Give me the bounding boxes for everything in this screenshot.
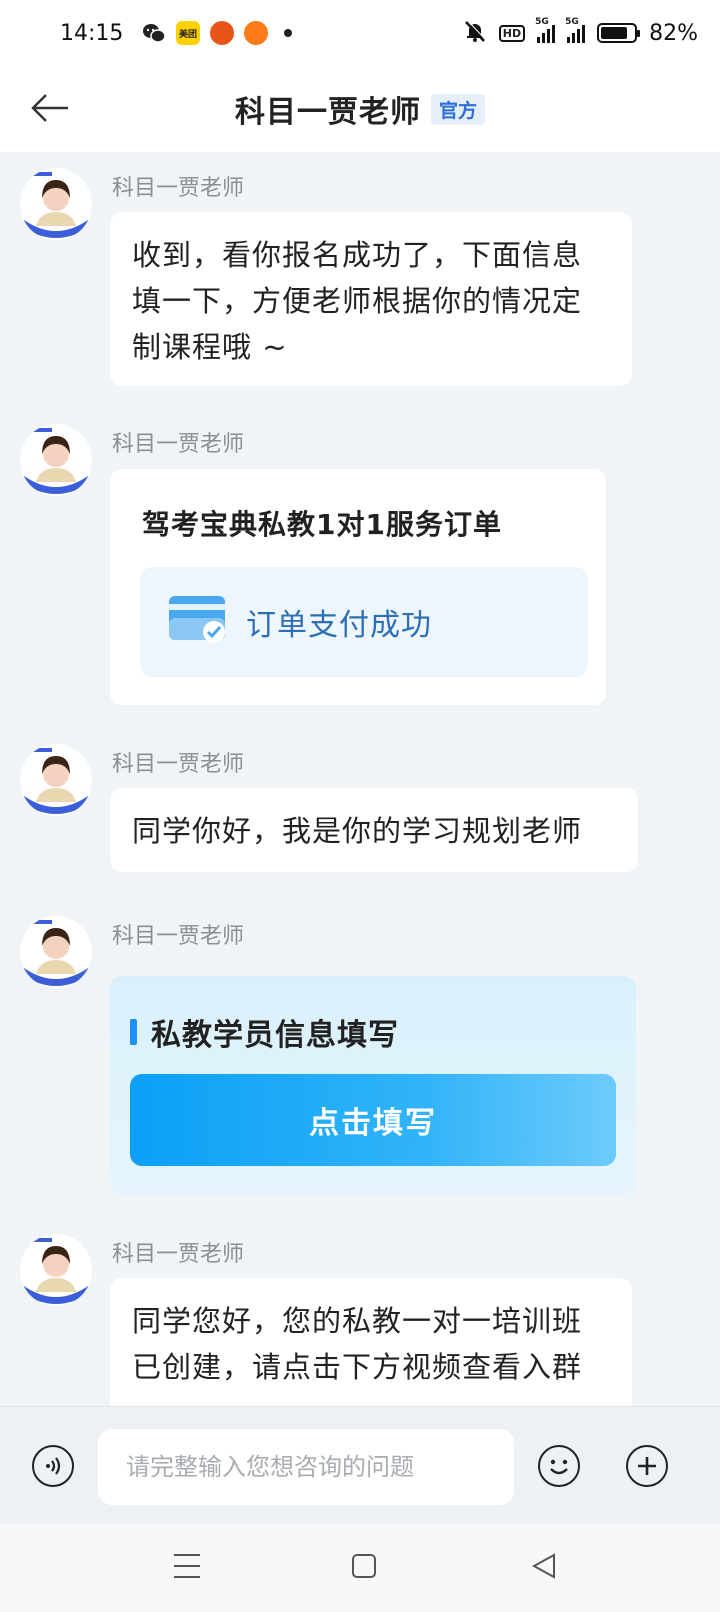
sender-name: 科目一贾老师 [112, 752, 245, 777]
avatar[interactable] [20, 168, 92, 240]
signal-5g-icon: 5G [565, 17, 586, 43]
meituan-icon: 美团 [176, 21, 200, 45]
payment-card-icon [168, 594, 228, 650]
chat-message: 科目一贾老师 同学您好，您的私教一对一培训班已创建，请点击下方视频查看入群 [20, 1234, 700, 1406]
status-bar: 14:15 美团 HD 5G 5G 82% [0, 0, 720, 66]
notification-dot-icon [284, 29, 292, 37]
sender-name: 科目一贾老师 [112, 924, 245, 949]
chat-header: 科目一贾老师 官方 [0, 66, 720, 152]
avatar[interactable] [20, 916, 92, 988]
chat-message: 科目一贾老师 私教学员信息填写 点击填写 [20, 916, 700, 1216]
battery-icon [597, 23, 641, 43]
home-icon[interactable] [352, 1554, 376, 1578]
message-bubble[interactable]: 同学你好，我是你的学习规划老师 [110, 788, 638, 872]
header-title-group: 科目一贾老师 官方 [235, 87, 485, 131]
message-text: 同学您好，您的私教一对一培训班已创建，请点击下方视频查看入群 [132, 1304, 583, 1384]
app-orange2-icon [244, 21, 268, 45]
status-app-icons: 美团 [142, 21, 292, 45]
message-bubble[interactable]: 收到，看你报名成功了，下面信息填一下，方便老师根据你的情况定制课程哦 ~ [110, 212, 632, 386]
chat-list[interactable]: 科目一贾老师 收到，看你报名成功了，下面信息填一下，方便老师根据你的情况定制课程… [0, 152, 720, 1406]
status-indicators: HD 5G 5G 82% [463, 0, 698, 66]
back-arrow-icon[interactable] [28, 86, 72, 130]
message-text: 同学你好，我是你的学习规划老师 [132, 814, 583, 848]
emoji-icon[interactable] [538, 1445, 580, 1487]
title-accent-bar [130, 1019, 137, 1045]
avatar[interactable] [20, 744, 92, 816]
input-bar [0, 1406, 720, 1524]
plus-icon[interactable] [626, 1445, 668, 1487]
menu-icon[interactable] [174, 1554, 200, 1578]
signal-5g-icon: 5G [535, 17, 556, 43]
system-nav-bar [0, 1524, 720, 1612]
sender-name: 科目一贾老师 [112, 1242, 245, 1267]
order-card[interactable]: 驾考宝典私教1对1服务订单 订单支付成功 [110, 469, 606, 705]
battery-percent: 82% [649, 20, 698, 46]
avatar[interactable] [20, 1234, 92, 1306]
voice-input-icon[interactable] [32, 1445, 74, 1487]
form-title: 私教学员信息填写 [151, 1018, 399, 1053]
chat-message: 科目一贾老师 同学你好，我是你的学习规划老师 [20, 744, 700, 874]
avatar[interactable] [20, 424, 92, 496]
fill-form-button[interactable]: 点击填写 [130, 1074, 616, 1166]
page-title: 科目一贾老师 [234, 95, 421, 130]
form-title-row: 私教学员信息填写 [130, 1010, 399, 1054]
sender-name: 科目一贾老师 [112, 176, 245, 201]
message-input[interactable] [98, 1429, 514, 1505]
form-card: 私教学员信息填写 点击填写 [110, 976, 636, 1196]
official-badge: 官方 [430, 93, 485, 125]
nav-back-icon[interactable] [530, 1552, 558, 1580]
chat-message: 科目一贾老师 收到，看你报名成功了，下面信息填一下，方便老师根据你的情况定制课程… [20, 168, 700, 408]
sender-name: 科目一贾老师 [112, 432, 245, 457]
order-status-panel[interactable]: 订单支付成功 [140, 567, 588, 677]
app-orange-icon [210, 21, 234, 45]
hd-icon: HD [498, 24, 526, 42]
status-time: 14:15 [60, 20, 124, 46]
mute-bell-icon [463, 19, 487, 47]
order-status-text: 订单支付成功 [246, 608, 432, 643]
chat-message: 科目一贾老师 驾考宝典私教1对1服务订单 订单支付成功 [20, 424, 700, 714]
order-title: 驾考宝典私教1对1服务订单 [142, 508, 502, 541]
message-bubble[interactable]: 同学您好，您的私教一对一培训班已创建，请点击下方视频查看入群 [110, 1278, 632, 1406]
wechat-icon [142, 21, 166, 45]
message-text: 收到，看你报名成功了，下面信息填一下，方便老师根据你的情况定制课程哦 ~ [132, 238, 583, 364]
